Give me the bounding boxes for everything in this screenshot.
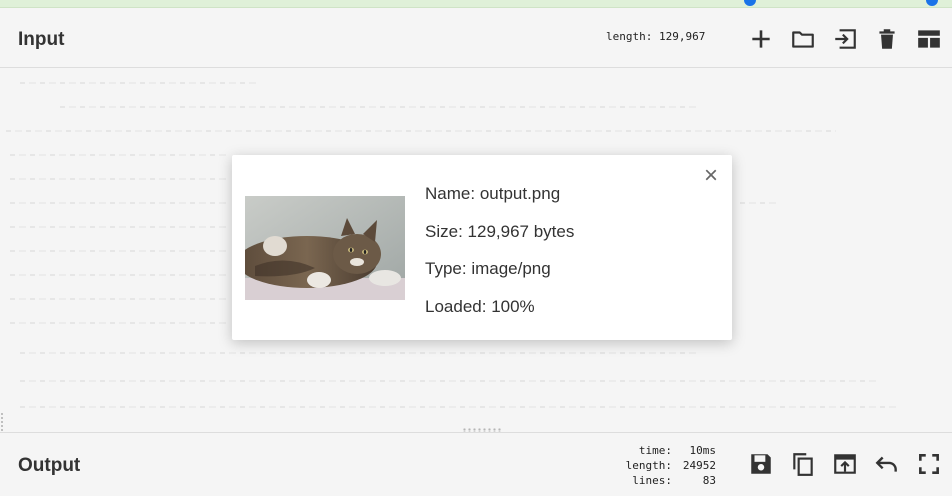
save-output-button[interactable] xyxy=(744,449,778,479)
file-type-label: Type: xyxy=(425,259,467,278)
file-name-label: Name: xyxy=(425,184,476,203)
input-text-line xyxy=(10,250,230,252)
open-file-button[interactable] xyxy=(786,24,820,54)
replace-input-icon xyxy=(834,454,856,474)
clear-input-button[interactable] xyxy=(870,24,904,54)
status-strip xyxy=(0,0,952,8)
help-icon[interactable] xyxy=(926,0,938,6)
output-toolbar xyxy=(744,449,952,479)
file-size-value: 129,967 bytes xyxy=(467,221,575,241)
input-toolbar xyxy=(744,24,952,54)
copy-output-button[interactable] xyxy=(786,449,820,479)
maximize-output-button[interactable] xyxy=(912,449,946,479)
input-text-line xyxy=(20,406,900,408)
layout-icon xyxy=(918,30,940,48)
file-size-row: Size: 129,967 bytes xyxy=(425,222,574,260)
open-folder-button[interactable] xyxy=(828,24,862,54)
input-length-info: length: 129,967 xyxy=(606,30,705,43)
file-thumbnail xyxy=(245,196,405,300)
stat-label: lines: xyxy=(632,474,672,487)
stat-lines: lines: 83 xyxy=(612,473,716,488)
file-size-label: Size: xyxy=(425,221,463,241)
stat-time: time: 10ms xyxy=(612,443,716,458)
file-loaded-value: 100% xyxy=(491,296,535,316)
input-text-line xyxy=(10,322,230,324)
stat-value: 24952 xyxy=(682,459,716,472)
output-title: Output xyxy=(18,455,81,476)
input-text-line xyxy=(10,226,230,228)
replace-input-button[interactable] xyxy=(828,449,862,479)
notification-dot xyxy=(744,0,756,6)
input-text-line xyxy=(10,154,230,156)
input-length-value: 129,967 xyxy=(658,30,706,43)
output-stats: time: 10ms length: 24952 lines: 83 xyxy=(612,443,716,488)
stat-label: length: xyxy=(625,459,672,472)
stat-length: length: 24952 xyxy=(612,458,716,473)
input-header: Input length: 129,967 xyxy=(0,8,952,68)
input-text-line xyxy=(10,202,230,204)
input-text-line xyxy=(10,178,230,180)
close-icon[interactable]: × xyxy=(700,164,722,188)
input-text-line xyxy=(20,380,880,382)
file-loaded-row: Loaded: 100% xyxy=(425,297,574,335)
file-loaded-label: Loaded: xyxy=(425,296,487,316)
open-folder-icon xyxy=(792,31,814,48)
file-type-value: image/png xyxy=(471,259,551,278)
stat-value: 83 xyxy=(702,474,716,487)
input-text-line xyxy=(6,130,836,132)
trash-icon xyxy=(879,29,895,49)
file-details-modal: × Name: output.png Size: 129,967 bytes T… xyxy=(232,155,732,340)
save-icon xyxy=(751,454,771,474)
reset-layout-button[interactable] xyxy=(912,24,946,54)
add-icon xyxy=(752,30,770,48)
input-length-label: length: xyxy=(606,30,653,43)
input-text-line xyxy=(20,352,700,354)
file-type-row: Type: image/png xyxy=(425,259,574,297)
stat-value: 10ms xyxy=(689,444,717,457)
maximize-icon xyxy=(919,454,939,474)
input-text-line xyxy=(20,82,260,84)
output-header: Output time: 10ms length: 24952 lines: 8… xyxy=(0,432,952,496)
file-name-row: Name: output.png xyxy=(425,184,574,222)
file-name-value: output.png xyxy=(479,184,561,203)
cat-image xyxy=(245,196,405,300)
input-text-line xyxy=(60,106,700,108)
import-icon xyxy=(835,29,856,49)
input-text-line xyxy=(740,202,780,204)
input-title: Input xyxy=(18,29,65,50)
input-text-line xyxy=(10,298,230,300)
add-tab-button[interactable] xyxy=(744,24,778,54)
undo-icon xyxy=(875,456,897,472)
left-resize-grip[interactable] xyxy=(0,412,4,432)
input-text-line xyxy=(10,274,230,276)
copy-icon xyxy=(793,453,813,476)
file-details-list: Name: output.png Size: 129,967 bytes Typ… xyxy=(425,184,574,334)
stat-label: time: xyxy=(638,444,672,457)
undo-button[interactable] xyxy=(870,449,904,479)
